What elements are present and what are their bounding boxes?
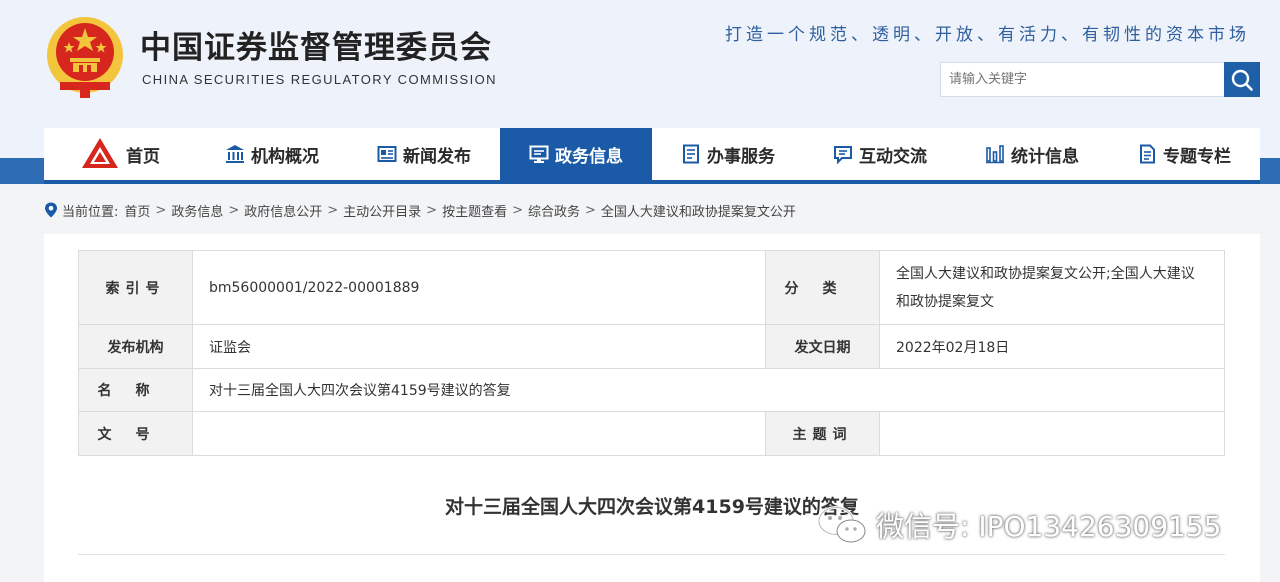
table-row: 索引号 bm56000001/2022-00001889 分类 全国人大建议和政… [78,250,1225,325]
nav-item-home[interactable]: 首页 [44,128,196,180]
breadcrumb-separator: > [512,202,523,218]
nav-item-government-info[interactable]: 政务信息 [500,128,652,180]
bar-chart-icon [986,145,1004,164]
table-row: 名称 对十三届全国人大四次会议第4159号建议的答复 [78,368,1225,412]
monitor-icon [529,145,549,163]
newspaper-icon [377,146,397,162]
breadcrumb-by-topic[interactable]: 按主题查看 [442,201,507,220]
nav-label-home: 首页 [126,146,160,167]
building-icon [226,145,244,163]
nav-item-about[interactable]: 机构概况 [196,128,348,180]
nav-item-interaction[interactable]: 互动交流 [804,128,956,180]
watermark-text: 微信号: IPO13426309155 [876,510,1222,543]
table-row: 发布机构 证监会 发文日期 2022年02月18日 [78,324,1225,369]
nav-item-news[interactable]: 新闻发布 [348,128,500,180]
csrc-logo-icon [82,138,118,168]
file-icon [1140,144,1155,164]
breadcrumb-general-affairs[interactable]: 综合政务 [528,201,580,220]
breadcrumb-separator: > [426,202,438,218]
wechat-watermark: 微信号: IPO13426309155 [816,502,1221,548]
nav-item-services[interactable]: 办事服务 [652,128,804,180]
keyword-value [879,411,1225,456]
breadcrumb-active-disclosure[interactable]: 主动公开目录 [343,201,421,220]
breadcrumb-prefix: 当前位置: [62,204,119,220]
name-label: 名称 [78,368,193,412]
document-number-label: 文号 [78,411,193,456]
breadcrumb-separator: > [155,202,167,218]
index-number-label: 索引号 [78,250,193,325]
nav-label-interaction: 互动交流 [859,146,927,167]
divider [78,554,1225,555]
keyword-label: 主题词 [765,411,880,456]
document-metadata-table: 索引号 bm56000001/2022-00001889 分类 全国人大建议和政… [78,250,1225,456]
breadcrumb-government-info[interactable]: 政务信息 [171,201,223,220]
slogan: 打造一个规范、透明、开放、有活力、有韧性的资本市场 [725,25,1250,45]
chat-icon [834,146,852,164]
search-input[interactable] [940,62,1224,97]
main-nav: 首页 机构概况 新闻发布 政务信息 办事服务 互动交流 统计信息 专题专栏 [44,128,1260,184]
breadcrumb-separator: > [585,202,596,218]
breadcrumb-home[interactable]: 首页 [124,201,150,220]
breadcrumb-current[interactable]: 全国人大建议和政协提案复文公开 [601,201,796,220]
breadcrumb-separator: > [228,202,240,218]
national-emblem-icon [47,17,123,98]
search-icon [1231,69,1253,91]
search-button[interactable] [1224,62,1260,97]
wechat-icon [817,506,866,543]
issue-date-value: 2022年02月18日 [879,324,1225,369]
nav-label-news: 新闻发布 [403,146,471,167]
breadcrumb: 当前位置: 首页 > 政务信息 > 政府信息公开 > 主动公开目录 > 按主题查… [44,200,796,220]
breadcrumb-info-disclosure[interactable]: 政府信息公开 [244,201,322,220]
location-pin-icon [45,202,57,218]
category-value: 全国人大建议和政协提案复文公开;全国人大建议和政协提案复文 [879,250,1225,325]
document-number-value [192,411,766,456]
nav-label-government-info: 政务信息 [555,146,623,167]
breadcrumb-separator: > [327,202,339,218]
nav-item-statistics[interactable]: 统计信息 [956,128,1108,180]
nav-item-special-topics[interactable]: 专题专栏 [1108,128,1260,180]
issue-date-label: 发文日期 [765,324,880,369]
nav-label-about: 机构概况 [251,146,319,167]
nav-label-services: 办事服务 [707,146,775,167]
nav-label-special-topics: 专题专栏 [1163,146,1231,167]
site-title: 中国证券监督管理委员会 [140,30,492,66]
publisher-value: 证监会 [192,324,766,369]
nav-label-statistics: 统计信息 [1011,146,1079,167]
index-number-value: bm56000001/2022-00001889 [192,250,766,325]
category-label: 分类 [765,250,880,325]
publisher-label: 发布机构 [78,324,193,369]
table-row: 文号 主题词 [78,411,1225,456]
name-value: 对十三届全国人大四次会议第4159号建议的答复 [192,368,1225,412]
site-subtitle: CHINA SECURITIES REGULATORY COMMISSION [142,72,497,87]
document-list-icon [683,144,699,164]
